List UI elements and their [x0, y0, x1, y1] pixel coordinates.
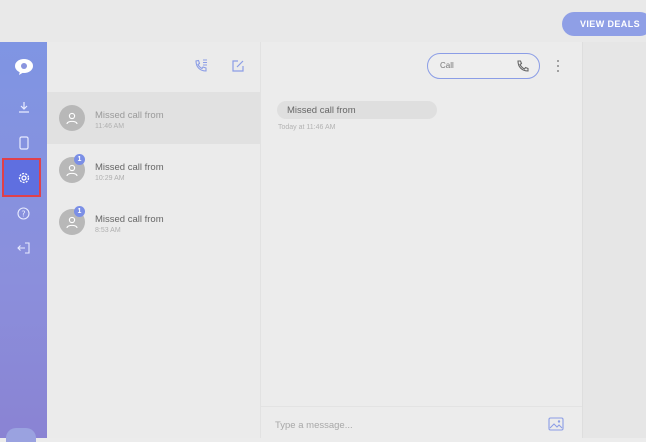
- settings-gear-icon[interactable]: [0, 165, 47, 191]
- chat-panel: Call Missed call from Today at 11:46 AM: [260, 42, 583, 439]
- message-timestamp: Today at 11:46 AM: [278, 124, 336, 131]
- compose-icon[interactable]: [228, 56, 248, 76]
- message-input[interactable]: [275, 417, 535, 433]
- message-composer: [261, 406, 583, 439]
- download-icon[interactable]: [0, 94, 47, 120]
- rail-bottom-shape: [6, 428, 36, 442]
- call-button[interactable]: Call: [427, 53, 540, 79]
- phone-icon: [517, 60, 529, 72]
- call-contacts-icon[interactable]: [191, 56, 211, 76]
- conversation-item[interactable]: 1 Missed call from 10:29 AM: [47, 144, 260, 196]
- svg-text:?: ?: [21, 209, 25, 218]
- conversation-time: 8:53 AM: [95, 227, 121, 234]
- top-bar: VIEW DEALS: [0, 0, 646, 42]
- nav-rail: ?: [0, 42, 47, 442]
- conversation-list-panel: Missed call from 11:46 AM 1 Missed call …: [47, 42, 260, 438]
- avatar: [59, 105, 85, 131]
- image-attach-icon[interactable]: [548, 417, 564, 431]
- help-icon[interactable]: ?: [0, 200, 47, 226]
- details-side-panel: [582, 42, 646, 438]
- conversation-item[interactable]: Missed call from 11:46 AM: [47, 92, 260, 144]
- call-label: Call: [440, 61, 454, 70]
- view-deals-button[interactable]: VIEW DEALS: [562, 12, 646, 36]
- more-options-icon[interactable]: [555, 57, 561, 75]
- list-header: [47, 42, 260, 90]
- conversation-title: Missed call from: [95, 214, 164, 225]
- conversation-item[interactable]: 1 Missed call from 8:53 AM: [47, 196, 260, 248]
- logout-icon[interactable]: [0, 235, 47, 261]
- phone-device-icon[interactable]: [0, 130, 47, 156]
- message-text: Missed call from: [287, 105, 356, 116]
- viber-logo-icon[interactable]: [0, 54, 47, 80]
- conversation-time: 10:29 AM: [95, 175, 125, 182]
- conversation-title: Missed call from: [95, 110, 164, 121]
- message-bubble: Missed call from: [277, 101, 437, 119]
- conversation-time: 11:46 AM: [95, 123, 125, 130]
- unread-badge: 1: [74, 154, 85, 165]
- conversation-title: Missed call from: [95, 162, 164, 173]
- unread-badge: 1: [74, 206, 85, 217]
